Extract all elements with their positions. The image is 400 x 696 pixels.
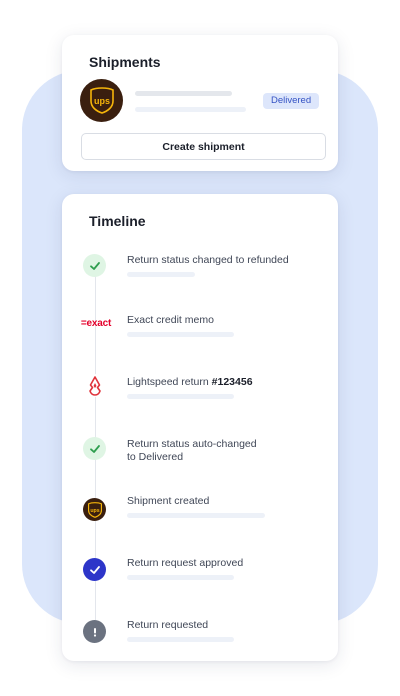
check-icon [83, 437, 106, 460]
skeleton-line [135, 91, 232, 96]
ups-logo-icon: ups [83, 498, 106, 521]
skeleton-line [127, 637, 234, 642]
exclamation-icon [83, 620, 106, 643]
timeline-item-text: Exact credit memo [127, 314, 214, 326]
ups-logo-text: ups [93, 96, 109, 106]
shipments-title: Shipments [89, 54, 161, 70]
skeleton-line [127, 394, 234, 399]
status-badge: Delivered [263, 93, 320, 109]
timeline-item-text: Shipment created [127, 495, 210, 507]
timeline-item-text: Return requested [127, 619, 209, 631]
create-shipment-button[interactable]: Create shipment [81, 133, 326, 160]
lightspeed-logo-icon [83, 374, 106, 397]
timeline-item-text: Lightspeed return #123456 [127, 376, 253, 389]
timeline-item-text: Return status changed to refunded [127, 254, 289, 266]
ups-logo-icon: ups [80, 79, 123, 122]
ups-shield-icon: ups [89, 87, 114, 114]
timeline-title: Timeline [89, 213, 146, 229]
return-number: #123456 [211, 376, 253, 388]
exact-logo-icon: =exact [80, 318, 112, 329]
check-icon [83, 254, 106, 277]
shipments-card: Shipments ups Delivered Create shipment [62, 35, 338, 171]
skeleton-line [127, 513, 265, 518]
skeleton-line [127, 272, 195, 277]
check-circle-icon [83, 558, 106, 581]
ups-logo-text: ups [90, 508, 99, 514]
timeline-card: Timeline Return status changed to refund… [62, 194, 338, 661]
skeleton-line [135, 107, 246, 112]
timeline-item-text: Return request approved [127, 557, 244, 569]
timeline-item-text: to Delivered [127, 451, 184, 463]
timeline-item-text-prefix: Lightspeed return [127, 376, 212, 388]
timeline-item-text: Return status auto-changed [127, 438, 257, 450]
skeleton-line [127, 332, 234, 337]
skeleton-line [127, 575, 234, 580]
